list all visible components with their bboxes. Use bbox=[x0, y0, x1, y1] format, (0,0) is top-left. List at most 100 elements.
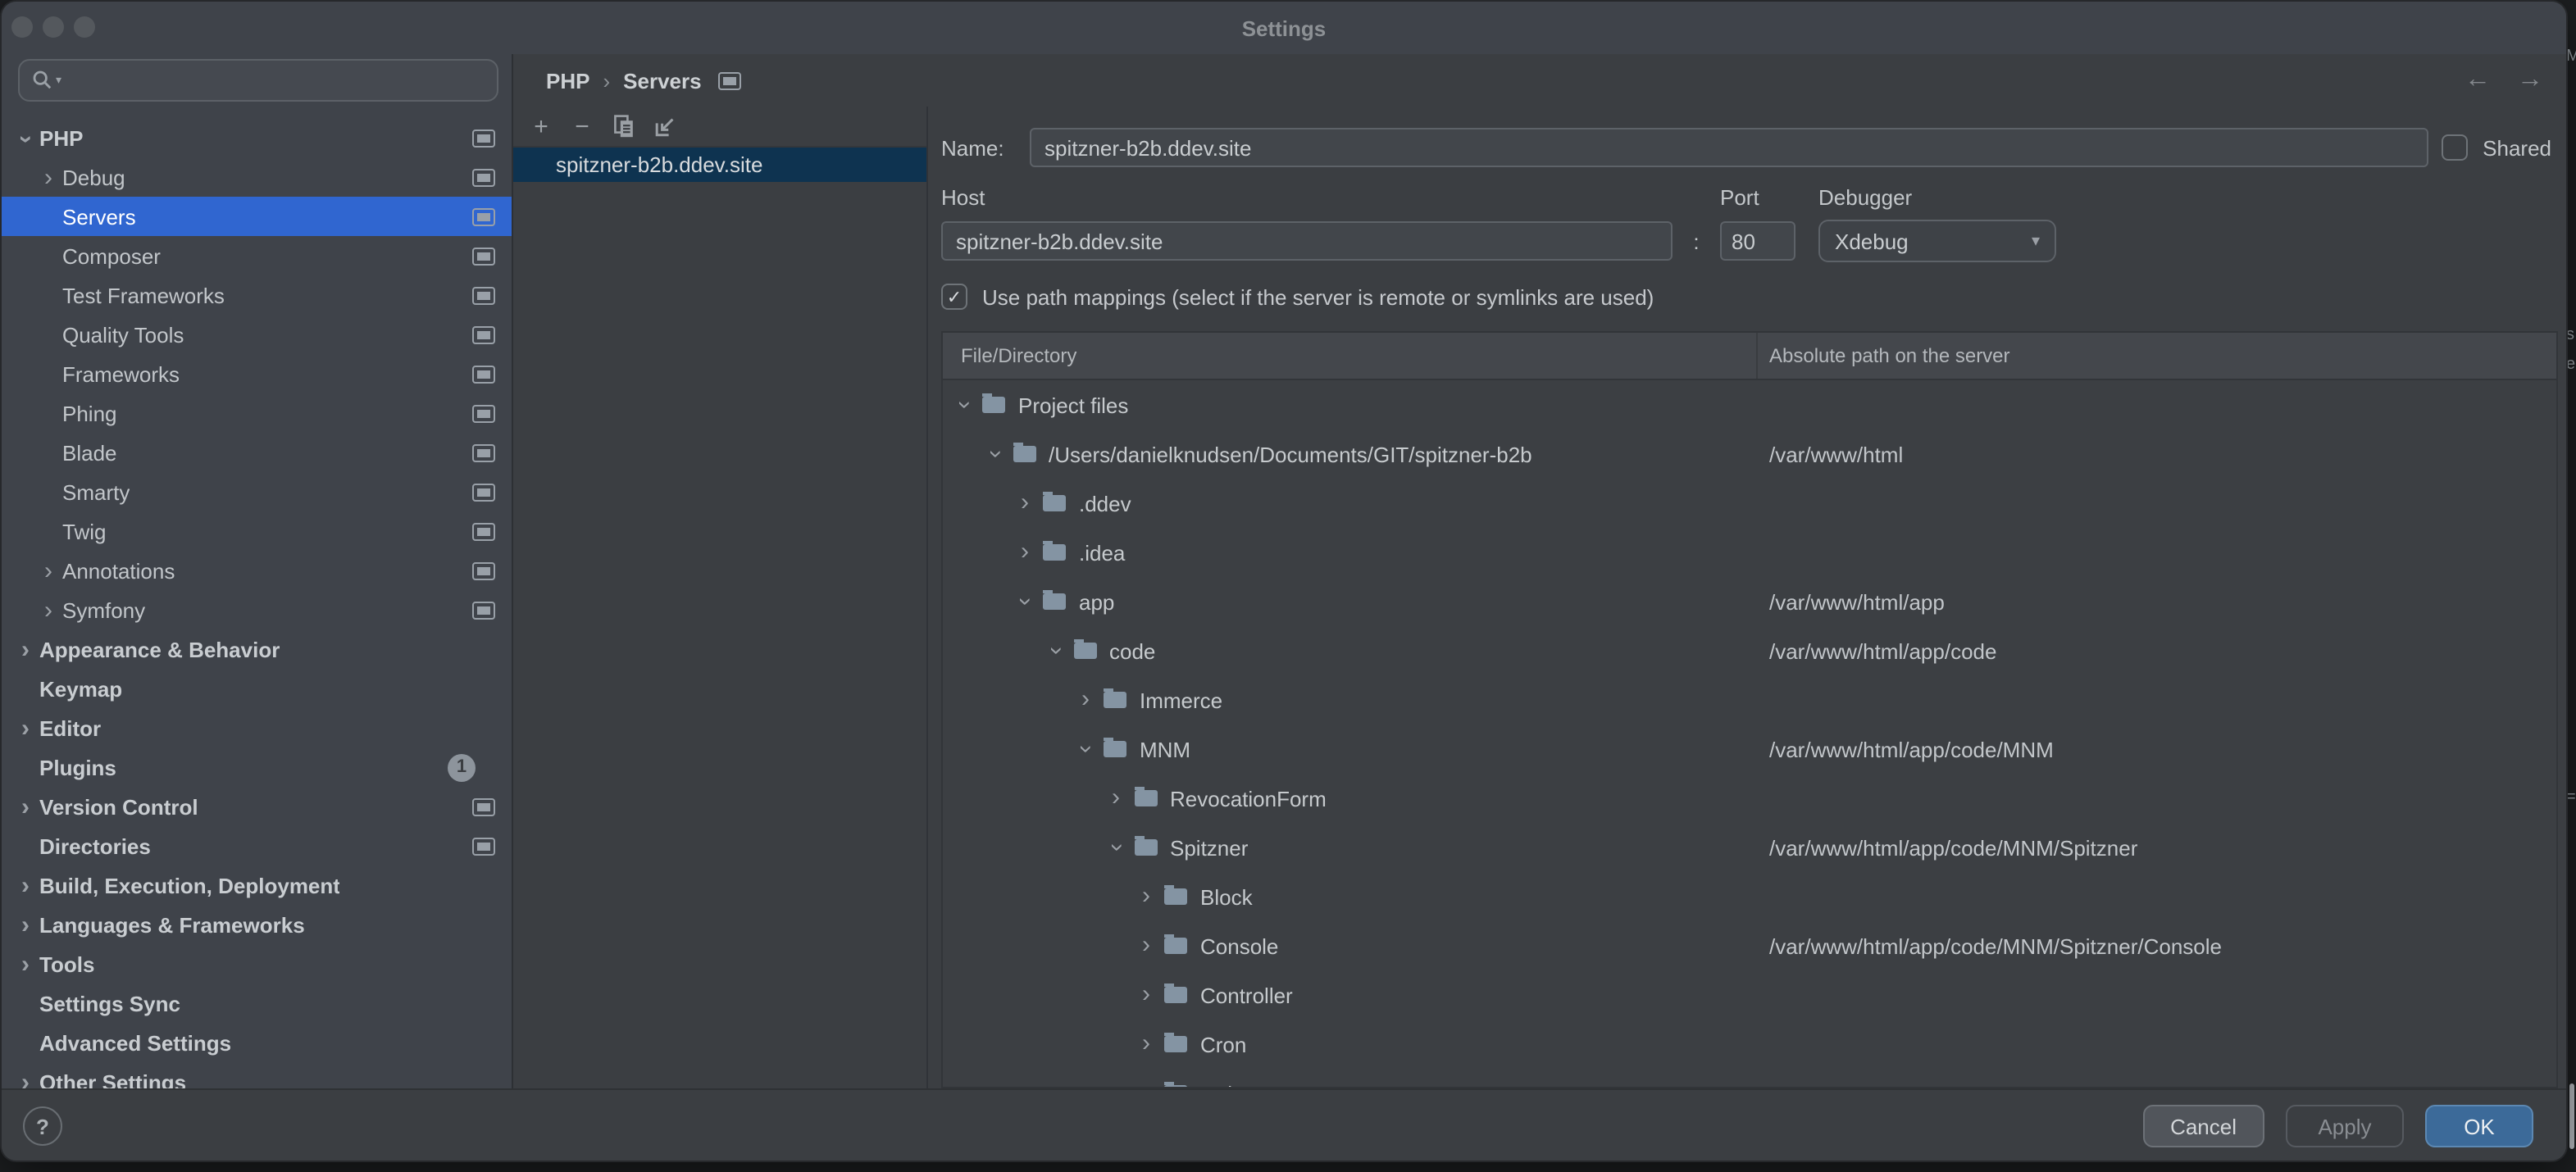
host-input[interactable] bbox=[941, 221, 1673, 261]
breadcrumb-segment-php[interactable]: PHP bbox=[546, 68, 589, 93]
window-title: Settings bbox=[1242, 16, 1327, 40]
server-path-cell[interactable]: /var/www/html/app/code/MNM bbox=[1758, 737, 2556, 761]
duplicate-server-button[interactable] bbox=[610, 113, 636, 139]
chevron-right-icon[interactable]: › bbox=[1136, 938, 1156, 954]
import-mappings-button[interactable] bbox=[651, 113, 677, 139]
sidebar-item-test-frameworks[interactable]: Test Frameworks bbox=[2, 275, 512, 315]
sidebar-item-languages-frameworks[interactable]: ›Languages & Frameworks bbox=[2, 905, 512, 944]
server-path-cell[interactable]: /var/www/html/app/code bbox=[1758, 638, 2556, 663]
sidebar-item-composer[interactable]: Composer bbox=[2, 236, 512, 275]
sidebar-item-symfony[interactable]: ›Symfony bbox=[2, 590, 512, 629]
sidebar-item-label: Editor bbox=[39, 715, 101, 740]
sidebar-item-label: Test Frameworks bbox=[62, 283, 225, 307]
path-mappings-rows: ›Project files›/Users/danielknudsen/Docu… bbox=[943, 380, 2556, 1087]
sidebar-item-build-execution-deployment[interactable]: ›Build, Execution, Deployment bbox=[2, 865, 512, 905]
dropdown-arrow-icon: ▾ bbox=[2032, 232, 2040, 250]
chevron-down-icon[interactable]: › bbox=[1017, 592, 1033, 611]
sidebar-item-appearance-behavior[interactable]: ›Appearance & Behavior bbox=[2, 629, 512, 669]
use-path-mappings-checkbox[interactable]: ✓ bbox=[941, 284, 967, 310]
chevron-right-icon[interactable]: › bbox=[1015, 544, 1035, 561]
forward-arrow-icon[interactable]: → bbox=[2517, 66, 2543, 95]
host-port-separator: : bbox=[1673, 229, 1720, 253]
sidebar-item-directories[interactable]: Directories bbox=[2, 826, 512, 865]
sidebar-item-blade[interactable]: Blade bbox=[2, 433, 512, 472]
sidebar-item-twig[interactable]: Twig bbox=[2, 511, 512, 551]
table-row[interactable]: ›Cron bbox=[943, 1020, 2556, 1069]
sidebar-item-tools[interactable]: ›Tools bbox=[2, 944, 512, 983]
file-directory-cell: ›Controller bbox=[943, 983, 1758, 1007]
chevron-right-icon[interactable]: › bbox=[1106, 790, 1126, 806]
table-row[interactable]: ›MNM/var/www/html/app/code/MNM bbox=[943, 725, 2556, 774]
sidebar-item-debug[interactable]: › Debug bbox=[2, 157, 512, 197]
table-row[interactable]: ›Console/var/www/html/app/code/MNM/Spitz… bbox=[943, 921, 2556, 970]
cancel-button[interactable]: Cancel bbox=[2142, 1105, 2264, 1147]
table-row[interactable]: ›.idea bbox=[943, 528, 2556, 577]
project-level-icon bbox=[472, 561, 495, 579]
chevron-right-icon[interactable]: › bbox=[1136, 1036, 1156, 1052]
port-input[interactable] bbox=[1720, 221, 1795, 261]
server-path-cell[interactable]: /var/www/html/app/code/MNM/Spitzner/Cons… bbox=[1758, 934, 2556, 958]
close-window-button[interactable] bbox=[11, 16, 33, 38]
name-input[interactable] bbox=[1030, 128, 2428, 167]
chevron-down-icon[interactable]: › bbox=[1077, 739, 1094, 759]
server-path-cell[interactable]: /var/www/html/app/code/MNM/Spitzner bbox=[1758, 835, 2556, 860]
help-button[interactable]: ? bbox=[23, 1106, 62, 1146]
back-arrow-icon[interactable]: ← bbox=[2464, 66, 2491, 95]
minimize-window-button[interactable] bbox=[43, 16, 64, 38]
apply-button[interactable]: Apply bbox=[2286, 1105, 2404, 1147]
sidebar-item-annotations[interactable]: ›Annotations bbox=[2, 551, 512, 590]
table-row[interactable]: ›Helper bbox=[943, 1069, 2556, 1087]
project-level-icon bbox=[472, 365, 495, 383]
chevron-down-icon[interactable]: › bbox=[986, 444, 1003, 464]
table-row[interactable]: ›.ddev bbox=[943, 479, 2556, 528]
sidebar-item-frameworks[interactable]: Frameworks bbox=[2, 354, 512, 393]
chevron-right-icon: › bbox=[44, 170, 52, 186]
sidebar-item-advanced-settings[interactable]: Advanced Settings bbox=[2, 1023, 512, 1062]
chevron-down-icon[interactable]: › bbox=[1108, 838, 1124, 857]
sidebar-item-php[interactable]: ›PHP bbox=[2, 118, 512, 157]
file-directory-cell: ›RevocationForm bbox=[943, 786, 1758, 811]
chevron-right-icon[interactable]: › bbox=[1136, 888, 1156, 905]
table-row[interactable]: ›/Users/danielknudsen/Documents/GIT/spit… bbox=[943, 429, 2556, 479]
table-row[interactable]: ›Spitzner/var/www/html/app/code/MNM/Spit… bbox=[943, 823, 2556, 872]
background-window-scrollbar bbox=[2569, 1083, 2574, 1149]
zoom-window-button[interactable] bbox=[74, 16, 95, 38]
sidebar-item-version-control[interactable]: ›Version Control bbox=[2, 787, 512, 826]
sidebar-item-quality-tools[interactable]: Quality Tools bbox=[2, 315, 512, 354]
sidebar-item-smarty[interactable]: Smarty bbox=[2, 472, 512, 511]
sidebar-item-label: Advanced Settings bbox=[39, 1030, 231, 1055]
table-row[interactable]: ›Controller bbox=[943, 970, 2556, 1020]
sidebar-item-phing[interactable]: Phing bbox=[2, 393, 512, 433]
sidebar-item-keymap[interactable]: Keymap bbox=[2, 669, 512, 708]
remove-server-button[interactable]: − bbox=[569, 113, 595, 139]
sidebar-item-settings-sync[interactable]: Settings Sync bbox=[2, 983, 512, 1023]
table-row[interactable]: ›Block bbox=[943, 872, 2556, 921]
ok-button[interactable]: OK bbox=[2425, 1105, 2533, 1147]
add-server-button[interactable]: + bbox=[528, 113, 554, 139]
chevron-right-icon[interactable]: › bbox=[1136, 987, 1156, 1003]
search-history-caret-icon[interactable]: ▾ bbox=[56, 74, 61, 87]
table-row[interactable]: ›code/var/www/html/app/code bbox=[943, 626, 2556, 675]
chevron-right-icon[interactable]: › bbox=[1015, 495, 1035, 511]
sidebar-item-label: Debug bbox=[62, 165, 125, 189]
settings-search-input[interactable]: ▾ bbox=[18, 59, 498, 102]
shared-checkbox[interactable] bbox=[2442, 134, 2468, 161]
table-row[interactable]: ›Project files bbox=[943, 380, 2556, 429]
sidebar-item-other-settings[interactable]: ›Other Settings bbox=[2, 1062, 512, 1088]
server-path-cell[interactable]: /var/www/html/app bbox=[1758, 589, 2556, 614]
chevron-right-icon[interactable]: › bbox=[1136, 1085, 1156, 1087]
sidebar-item-plugins[interactable]: Plugins1 bbox=[2, 747, 512, 787]
debugger-selected-value: Xdebug bbox=[1835, 229, 1909, 253]
chevron-right-icon[interactable]: › bbox=[1076, 692, 1095, 708]
server-list-item[interactable]: spitzner-b2b.ddev.site bbox=[513, 148, 926, 182]
table-row[interactable]: ›app/var/www/html/app bbox=[943, 577, 2556, 626]
sidebar-item-editor[interactable]: ›Editor bbox=[2, 708, 512, 747]
table-row[interactable]: ›Immerce bbox=[943, 675, 2556, 725]
table-row[interactable]: ›RevocationForm bbox=[943, 774, 2556, 823]
chevron-down-icon[interactable]: › bbox=[1047, 641, 1063, 661]
server-path-cell[interactable]: /var/www/html bbox=[1758, 442, 2556, 466]
sidebar-item-servers[interactable]: Servers bbox=[2, 197, 512, 236]
project-level-icon bbox=[472, 483, 495, 501]
debugger-select[interactable]: Xdebug ▾ bbox=[1818, 220, 2056, 262]
chevron-down-icon[interactable]: › bbox=[956, 395, 972, 415]
